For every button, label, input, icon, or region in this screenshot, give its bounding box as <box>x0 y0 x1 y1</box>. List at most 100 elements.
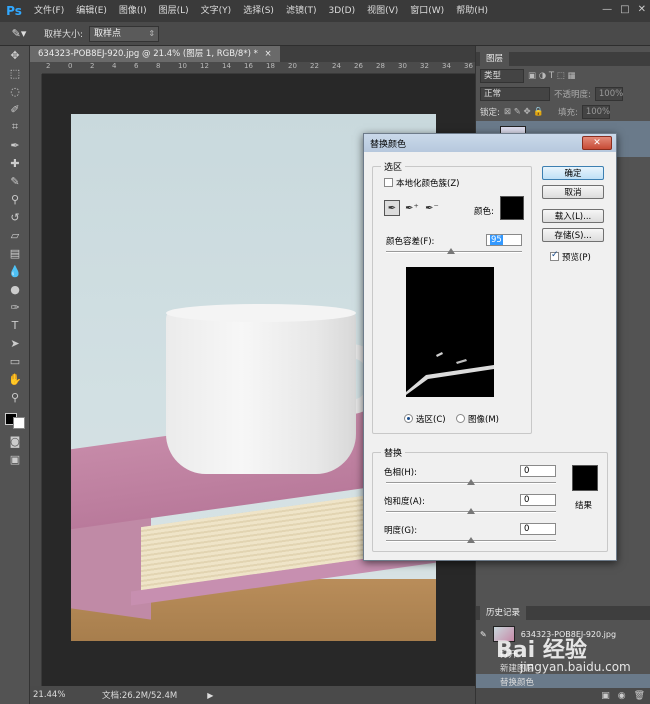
fuzziness-field[interactable]: 95 <box>486 234 522 246</box>
ruler-tick-label: 30 <box>398 62 407 70</box>
marquee-tool-icon[interactable]: ⬚ <box>0 64 30 82</box>
color-swatches-icon[interactable] <box>0 406 30 432</box>
menu-3d[interactable]: 3D(D) <box>322 0 361 22</box>
ruler-tick-label: 12 <box>200 62 209 70</box>
selection-color-swatch[interactable] <box>500 196 524 220</box>
healing-brush-icon[interactable]: ✚ <box>0 154 30 172</box>
trash-icon[interactable]: 🗑 <box>634 691 645 701</box>
screen-mode-icon[interactable]: ▣ <box>0 450 30 468</box>
saturation-field[interactable]: 0 <box>520 494 556 506</box>
history-brush-source-icon: ✎ <box>480 629 487 639</box>
menu-select[interactable]: 选择(S) <box>237 0 280 22</box>
pen-tool-icon[interactable]: ✑ <box>0 298 30 316</box>
path-select-icon[interactable]: ➤ <box>0 334 30 352</box>
eyedropper-tool-icon[interactable]: ✒ <box>0 136 30 154</box>
menu-edit[interactable]: 编辑(E) <box>70 0 113 22</box>
type-tool-icon[interactable]: T <box>0 316 30 334</box>
document-tab-bar: 634323-POB8EJ-920.jpg @ 21.4% (图层 1, RGB… <box>30 46 475 62</box>
gradient-tool-icon[interactable]: ▤ <box>0 244 30 262</box>
layers-panel-tabbar: 图层 <box>476 52 650 66</box>
history-brush-icon[interactable]: ↺ <box>0 208 30 226</box>
ruler-tick-label: 34 <box>442 62 451 70</box>
dialog-titlebar[interactable]: 替换颜色 ✕ <box>364 134 616 152</box>
menu-view[interactable]: 视图(V) <box>361 0 404 22</box>
menu-type[interactable]: 文字(Y) <box>195 0 238 22</box>
status-menu-arrow-icon[interactable]: ▶ <box>207 691 213 700</box>
shape-tool-icon[interactable]: ▭ <box>0 352 30 370</box>
menu-filter[interactable]: 滤镜(T) <box>280 0 323 22</box>
blur-tool-icon[interactable]: 💧 <box>0 262 30 280</box>
history-item-label: 替换颜色 <box>500 678 535 688</box>
menu-file[interactable]: 文件(F) <box>28 0 70 22</box>
eyedropper-plus-icon[interactable]: ✒⁺ <box>404 200 420 216</box>
saturation-label: 饱和度(A): <box>384 497 425 507</box>
radio-image[interactable] <box>456 414 465 423</box>
result-label: 结果 <box>575 501 593 511</box>
color-label: 颜色: <box>474 207 494 217</box>
cancel-button[interactable]: 取消 <box>542 185 604 199</box>
ruler-tick-label: 26 <box>354 62 363 70</box>
status-bar: 21.44% 文档:26.2M/52.4M ▶ <box>30 686 475 704</box>
ok-button[interactable]: 确定 <box>542 166 604 180</box>
menu-window[interactable]: 窗口(W) <box>404 0 450 22</box>
hue-slider-thumb[interactable] <box>467 479 475 485</box>
ruler-tick-label: 16 <box>244 62 253 70</box>
opacity-field[interactable]: 100% <box>594 87 623 101</box>
load-button[interactable]: 载入(L)... <box>542 209 604 223</box>
ruler-corner <box>30 62 42 74</box>
lock-icons[interactable]: ⊠ ✎ ✥ 🔒 <box>504 107 544 117</box>
blend-mode-select[interactable]: 正常 <box>480 87 550 101</box>
lasso-tool-icon[interactable]: ◌ <box>0 82 30 100</box>
result-color-swatch[interactable] <box>572 465 598 491</box>
ruler-tick-label: 32 <box>420 62 429 70</box>
fill-field[interactable]: 100% <box>581 105 610 119</box>
eyedropper-minus-icon[interactable]: ✒⁻ <box>424 200 440 216</box>
hue-field[interactable]: 0 <box>520 465 556 477</box>
preview-checkbox[interactable] <box>550 250 559 261</box>
menu-layer[interactable]: 图层(L) <box>153 0 195 22</box>
ruler-tick-label: 6 <box>134 62 139 70</box>
radio-selection[interactable] <box>404 414 413 423</box>
lightness-field[interactable]: 0 <box>520 523 556 535</box>
menu-help[interactable]: 帮助(H) <box>450 0 494 22</box>
menu-image[interactable]: 图像(I) <box>113 0 153 22</box>
camera-icon[interactable]: ◉ <box>618 691 626 701</box>
document-tab[interactable]: 634323-POB8EJ-920.jpg @ 21.4% (图层 1, RGB… <box>30 46 280 62</box>
ruler-tick-label: 22 <box>310 62 319 70</box>
tab-history[interactable]: 历史记录 <box>480 606 527 620</box>
ruler-tick-label: 2 <box>90 62 95 70</box>
menu-bar: Ps 文件(F) 编辑(E) 图像(I) 图层(L) 文字(Y) 选择(S) 滤… <box>0 0 650 22</box>
eyedropper-tool-preset-icon[interactable]: ✎▾ <box>8 25 30 43</box>
fuzziness-label: 颜色容差(F): <box>386 237 435 247</box>
save-button[interactable]: 存储(S)... <box>542 228 604 242</box>
close-window-button[interactable]: ✕ <box>638 4 646 15</box>
quick-select-tool-icon[interactable]: ✐ <box>0 100 30 118</box>
hand-tool-icon[interactable]: ✋ <box>0 370 30 388</box>
zoom-level[interactable]: 21.44% <box>30 690 82 700</box>
replace-color-dialog: 替换颜色 ✕ 选区 本地化颜色簇(Z) ✒ ✒⁺ ✒⁻ 颜色: 颜色容差(F):… <box>363 133 617 561</box>
horizontal-ruler: 2 0 2 4 6 8 10 12 14 16 18 20 22 24 26 28 30 32 34 36 <box>42 62 475 74</box>
dodge-tool-icon[interactable]: ● <box>0 280 30 298</box>
eraser-tool-icon[interactable]: ▱ <box>0 226 30 244</box>
ruler-tick-label: 20 <box>288 62 297 70</box>
new-document-icon[interactable]: ▣ <box>601 691 610 701</box>
clone-stamp-icon[interactable]: ⚲ <box>0 190 30 208</box>
fuzziness-slider-thumb[interactable] <box>446 248 455 254</box>
eyedropper-icon[interactable]: ✒ <box>384 200 400 216</box>
hue-label: 色相(H): <box>384 468 417 478</box>
saturation-slider-thumb[interactable] <box>467 508 475 514</box>
tab-layers[interactable]: 图层 <box>480 52 510 66</box>
sample-size-select[interactable]: 取样点 <box>89 25 160 42</box>
dialog-close-button[interactable]: ✕ <box>582 136 612 150</box>
quick-mask-icon[interactable]: ◙ <box>0 432 30 450</box>
brush-tool-icon[interactable]: ✎ <box>0 172 30 190</box>
maximize-button[interactable]: □ <box>620 4 629 15</box>
document-tab-close[interactable]: × <box>265 49 272 59</box>
lightness-slider-thumb[interactable] <box>467 537 475 543</box>
minimize-button[interactable]: — <box>602 4 612 15</box>
layer-filter-select[interactable]: 类型 <box>480 69 524 83</box>
move-tool-icon[interactable]: ✥ <box>0 46 30 64</box>
localized-clusters-checkbox[interactable] <box>384 178 393 187</box>
zoom-tool-icon[interactable]: ⚲ <box>0 388 30 406</box>
crop-tool-icon[interactable]: ⌗ <box>0 118 30 136</box>
